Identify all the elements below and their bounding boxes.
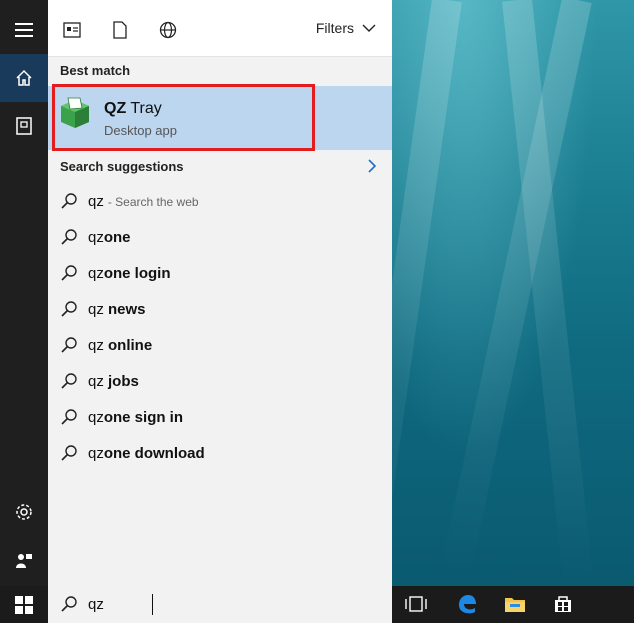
filters-dropdown[interactable]: Filters (316, 20, 376, 36)
suggestion-item[interactable]: qz online (48, 327, 392, 363)
home-icon (16, 69, 32, 86)
home-button[interactable] (0, 54, 48, 102)
suggestion-text: qzone login (88, 264, 171, 282)
highlight-box (52, 84, 315, 151)
suggestion-text: qz - Search the web (88, 192, 199, 210)
hamburger-icon (15, 23, 33, 37)
chevron-right-icon[interactable] (366, 158, 378, 174)
search-icon (61, 301, 77, 317)
desktop-wallpaper (350, 0, 634, 586)
suggestion-item[interactable]: qz news (48, 291, 392, 327)
store-button[interactable] (551, 592, 575, 616)
settings-button[interactable] (0, 488, 48, 536)
suggestion-text: qzone sign in (88, 408, 184, 426)
documents-icon (16, 117, 32, 135)
windows-start-icon (15, 595, 33, 614)
search-query[interactable]: qz (88, 596, 104, 613)
settings-icon (16, 504, 32, 520)
web-filter-icon (159, 21, 177, 39)
edge-icon (459, 595, 476, 614)
search-suggestions-heading: Search suggestions (60, 159, 184, 174)
documents-filter-icon (113, 21, 127, 39)
file-explorer-button[interactable] (503, 592, 527, 616)
store-icon (555, 596, 571, 612)
suggestion-text: qz online (88, 336, 153, 354)
file-explorer-icon (505, 598, 525, 612)
start-rail (0, 0, 48, 586)
feedback-button[interactable] (0, 536, 48, 584)
suggestion-text: qz jobs (88, 372, 139, 390)
menu-button[interactable] (0, 6, 48, 54)
search-icon (61, 409, 77, 425)
suggestions-list: qz - Search the web qzone qzone login qz … (48, 183, 392, 471)
suggestion-item[interactable]: qzone download (48, 435, 392, 471)
documents-button[interactable] (0, 102, 48, 150)
edge-button[interactable] (455, 592, 479, 616)
search-icon (61, 373, 77, 389)
search-icon (61, 337, 77, 353)
suggestion-text: qzone (88, 228, 131, 246)
apps-filter-button[interactable] (62, 20, 82, 40)
web-filter-button[interactable] (158, 20, 178, 40)
search-icon (61, 445, 77, 461)
suggestion-text: qz news (88, 300, 146, 318)
taskbar: qz (0, 586, 634, 623)
apps-filter-icon (63, 22, 81, 38)
filters-label: Filters (315, 20, 354, 36)
taskbar-search-box[interactable]: qz (48, 586, 392, 623)
user-feedback-icon (16, 554, 32, 568)
search-icon (61, 193, 77, 209)
suggestion-item[interactable]: qzone (48, 219, 392, 255)
documents-filter-button[interactable] (110, 20, 130, 40)
task-view-icon (405, 596, 427, 612)
start-button[interactable] (0, 586, 48, 623)
chevron-down-icon (362, 24, 376, 32)
suggestion-item[interactable]: qz jobs (48, 363, 392, 399)
suggestion-item[interactable]: qzone sign in (48, 399, 392, 435)
task-view-button[interactable] (404, 592, 428, 616)
best-match-heading: Best match (60, 63, 131, 78)
search-icon (61, 265, 77, 281)
suggestion-item[interactable]: qz - Search the web (48, 183, 392, 219)
search-icon (61, 229, 77, 245)
suggestion-item[interactable]: qzone login (48, 255, 392, 291)
search-panel: Filters Best match QZ Tray Desktop app S… (48, 0, 392, 586)
text-caret (152, 594, 153, 615)
search-icon (61, 596, 77, 612)
suggestion-text: qzone download (88, 444, 205, 462)
filter-bar: Filters (48, 0, 392, 57)
